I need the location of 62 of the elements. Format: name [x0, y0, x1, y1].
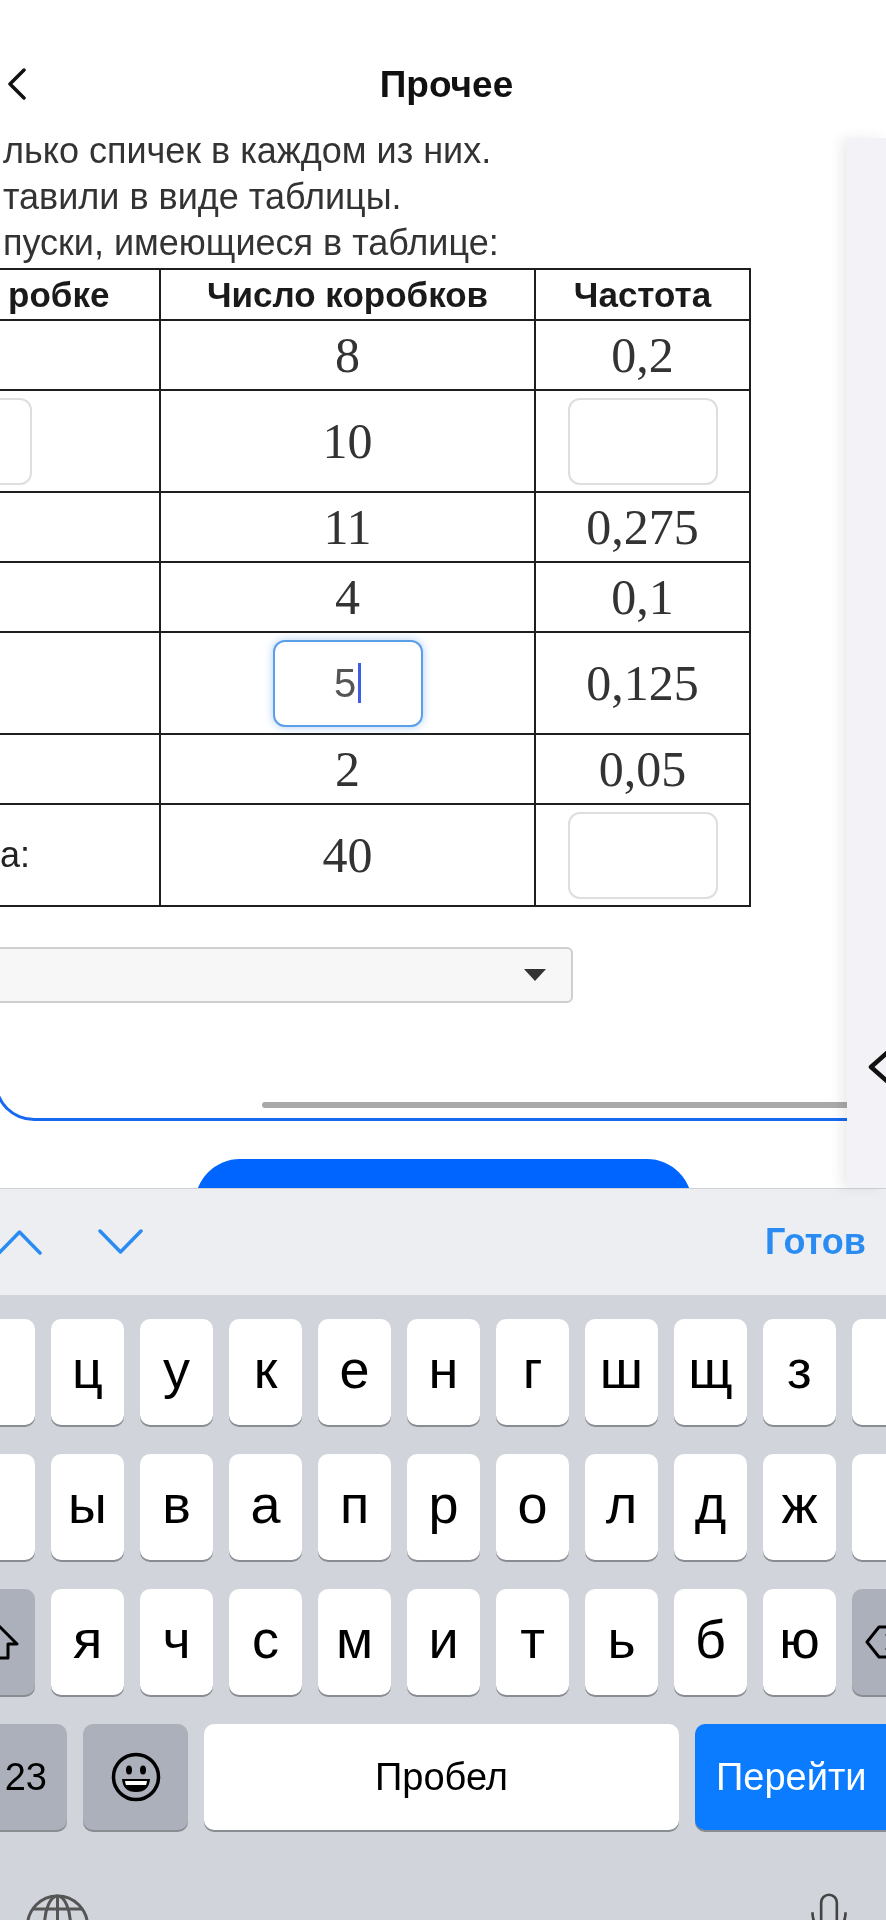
keyboard-key[interactable]: т [496, 1589, 569, 1695]
chevron-down-icon[interactable] [98, 1229, 143, 1255]
keyboard-key[interactable]: г [496, 1319, 569, 1425]
keyboard-key[interactable]: у [140, 1319, 213, 1425]
table-cell: 40 [160, 804, 535, 906]
keyboard-key[interactable]: р [407, 1454, 480, 1560]
table-cell: 0,05 [535, 734, 750, 804]
table-cell: 8 [160, 320, 535, 390]
numbers-key[interactable]: 23 [0, 1724, 67, 1830]
keyboard-key[interactable]: п [318, 1454, 391, 1560]
go-key[interactable]: Перейти [695, 1724, 886, 1830]
keyboard-key[interactable]: ш [585, 1319, 658, 1425]
keyboard-key[interactable]: с [229, 1589, 302, 1695]
table-cell: 2 [160, 734, 535, 804]
table-cell: 0,1 [535, 562, 750, 632]
chevron-up-icon[interactable] [0, 1229, 42, 1255]
task-text: пуски, имеющиеся в таблице: [2, 221, 500, 265]
dropdown-arrow-icon [524, 969, 546, 981]
dropdown-field[interactable] [0, 947, 573, 1003]
chevron-left-icon[interactable] [867, 1050, 886, 1084]
task-text: лько спичек в каждом из них. [2, 129, 493, 173]
table-cell: 11 [160, 492, 535, 562]
table-cell: а: [0, 804, 160, 906]
answer-field[interactable]: 5 [272, 639, 423, 727]
answer-field[interactable] [567, 811, 718, 899]
keyboard-key[interactable]: ч [140, 1589, 213, 1695]
table-cell: 0,2 [535, 320, 750, 390]
globe-icon[interactable] [25, 1893, 90, 1920]
keyboard-key[interactable]: и [407, 1589, 480, 1695]
answer-field[interactable] [567, 397, 718, 485]
table-cell: 0,125 [535, 632, 750, 734]
table-cell: 4 [160, 562, 535, 632]
keyboard-key[interactable]: ж [763, 1454, 836, 1560]
keyboard-key[interactable]: л [585, 1454, 658, 1560]
column-header: Частота [535, 269, 750, 320]
keyboard-key[interactable]: ц [51, 1319, 124, 1425]
keyboard-key[interactable]: щ [674, 1319, 747, 1425]
emoji-key[interactable] [83, 1724, 188, 1830]
keyboard-key[interactable]: а [229, 1454, 302, 1560]
text-cursor-icon [358, 663, 362, 703]
column-header: робке [0, 269, 160, 320]
smiley-face-icon [110, 1752, 161, 1802]
column-header: Число коробков [160, 269, 535, 320]
keyboard-key[interactable]: ь [585, 1589, 658, 1695]
keyboard-key[interactable]: к [229, 1319, 302, 1425]
keyboard-key[interactable]: н [407, 1319, 480, 1425]
task-text: тавили в виде таблицы. [2, 175, 403, 219]
page-title: Прочее [379, 63, 514, 107]
keyboard-key[interactable]: о [496, 1454, 569, 1560]
keyboard-key[interactable]: в [140, 1454, 213, 1560]
keyboard-key[interactable]: ю [763, 1589, 836, 1695]
keyboard-key[interactable]: б [674, 1589, 747, 1695]
keyboard-key[interactable]: ы [51, 1454, 124, 1560]
keyboard-key[interactable]: м [318, 1589, 391, 1695]
chevron-left-icon[interactable] [7, 68, 27, 100]
keyboard-key[interactable]: з [763, 1319, 836, 1425]
table-cell: 10 [160, 390, 535, 492]
keyboard-key[interactable]: д [674, 1454, 747, 1560]
keyboard-key[interactable]: е [318, 1319, 391, 1425]
table-cell: 0,275 [535, 492, 750, 562]
keyboard-key[interactable]: я [51, 1589, 124, 1695]
space-key[interactable]: Пробел [204, 1724, 679, 1830]
